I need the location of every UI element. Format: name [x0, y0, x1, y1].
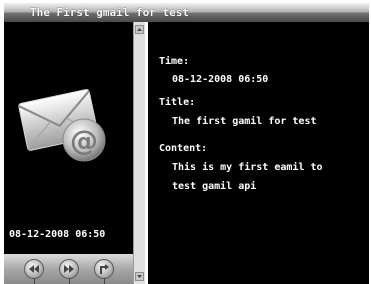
title-bar: The First gmail for test [4, 3, 369, 22]
scrollbar[interactable] [133, 22, 145, 284]
previous-icon [29, 265, 39, 273]
time-label: Time: [159, 56, 190, 67]
next-icon [64, 265, 74, 273]
content-label: Content: [159, 143, 208, 154]
button-divider [69, 278, 70, 284]
arrow-down-icon [137, 275, 142, 278]
preview-date: 08-12-2008 06:50 [9, 229, 106, 240]
svg-text:@: @ [70, 124, 98, 157]
scroll-down-button[interactable] [135, 272, 144, 281]
preview-panel: @ 08-12-2008 06:50 [4, 22, 133, 254]
next-button[interactable] [59, 259, 79, 279]
button-divider [34, 278, 35, 284]
window-title: The First gmail for test [30, 6, 189, 19]
arrow-up-icon [137, 28, 142, 31]
title-value: The first gamil for test [172, 116, 317, 127]
content-line-1: This is my first eamil to [172, 162, 323, 173]
content-line-2: test gamil api [172, 181, 257, 192]
button-divider [104, 278, 105, 284]
return-button[interactable] [94, 259, 114, 279]
message-detail: Time: 08-12-2008 06:50 Title: The first … [148, 22, 369, 284]
return-icon [100, 264, 109, 274]
scroll-up-button[interactable] [135, 25, 144, 34]
previous-button[interactable] [24, 259, 44, 279]
email-envelope-icon: @ [18, 89, 106, 162]
time-value: 08-12-2008 06:50 [172, 74, 269, 85]
title-label: Title: [159, 97, 196, 108]
